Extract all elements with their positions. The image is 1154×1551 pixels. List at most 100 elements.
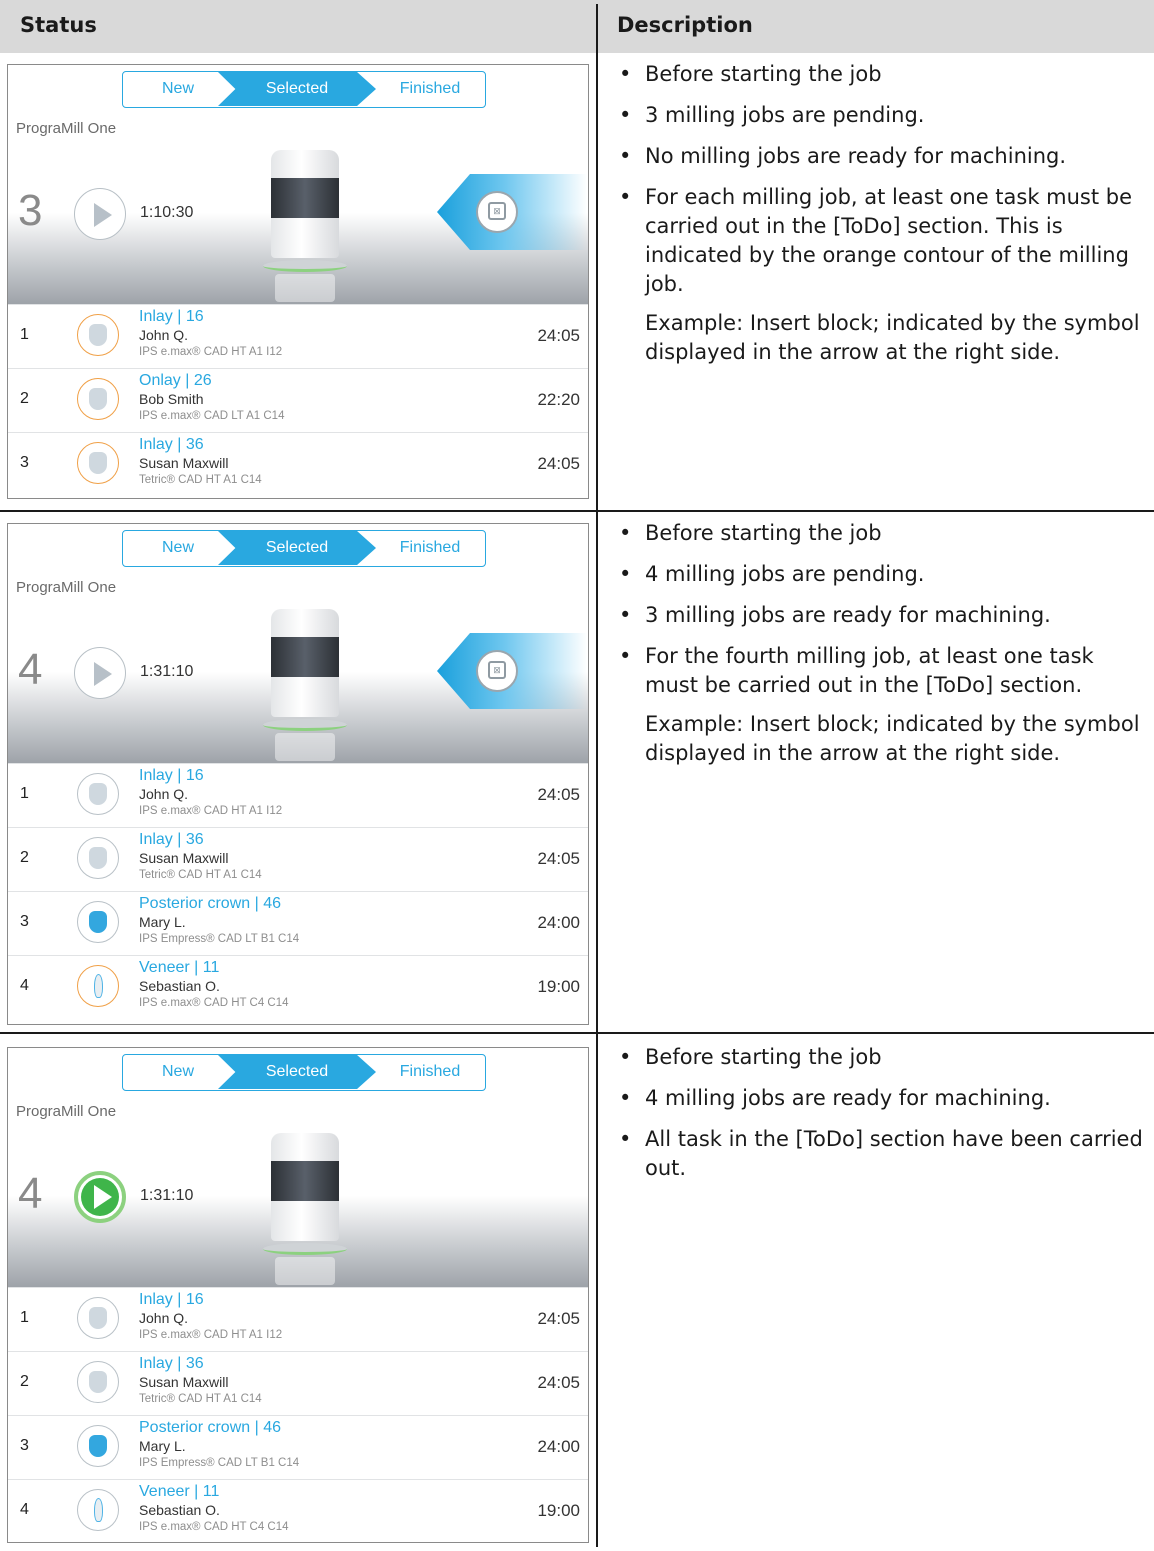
job-duration: 24:05 [537,1309,580,1328]
job-duration: 24:05 [537,326,580,345]
job-title: Inlay | 16 [139,767,204,784]
job-index: 2 [20,390,29,407]
insert-block-icon[interactable]: ⊠ [476,650,518,692]
job-count: 4 [18,1169,43,1218]
job-duration: 24:05 [537,1373,580,1392]
tooth-shape [94,1498,103,1522]
job-index: 2 [20,1373,29,1390]
total-time: 1:31:10 [140,1187,194,1204]
description-bullet: For the fourth milling job, at least one… [617,642,1147,700]
material-name: IPS e.max® CAD HT A1 I12 [139,1329,283,1341]
tooth-shape [89,324,107,346]
row-divider [0,1032,1154,1034]
job-list-item[interactable]: 2 Inlay | 36 Susan Maxwill Tetric® CAD HT A… [8,1351,588,1414]
job-index: 1 [20,326,29,343]
job-index: 3 [20,913,29,930]
milling-machine-image [263,150,347,302]
insert-block-icon[interactable]: ⊠ [476,191,518,233]
tooth-shape [89,847,107,869]
machine-window [271,637,339,677]
description-bullet: 3 milling jobs are ready for machining. [617,601,1147,630]
tab-selected[interactable]: Selected [218,72,376,106]
job-index: 3 [20,1437,29,1454]
machine-reflection [275,274,335,302]
tab-finished[interactable]: Finished [373,531,485,565]
block-glyph-icon: ⊠ [488,661,506,679]
column-divider [596,4,598,1547]
tab-new[interactable]: New [123,1055,233,1089]
job-index: 1 [20,785,29,802]
tooth-shape [89,388,107,410]
patient-name: Mary L. [139,1438,186,1454]
tooth-shape [89,452,107,474]
tab-finished[interactable]: Finished [373,1055,485,1089]
material-name: IPS e.max® CAD HT A1 I12 [139,805,283,817]
play-icon-bg [81,1178,119,1216]
header-description: Description [617,13,753,37]
job-list-item[interactable]: 1 Inlay | 16 John Q. IPS e.max® CAD HT A1 I… [8,304,588,367]
material-name: IPS e.max® CAD LT A1 C14 [139,410,285,422]
patient-name: Sebastian O. [139,1502,220,1518]
job-list-item[interactable]: 3 Posterior crown | 46 Mary L. IPS Empress®… [8,1415,588,1478]
job-list-item[interactable]: 4 Veneer | 11 Sebastian O. IPS e.max® CAD H… [8,955,588,1018]
material-name: Tetric® CAD HT A1 C14 [139,474,262,486]
tooth-shape [89,1371,107,1393]
tooth-icon [77,1425,119,1467]
description-bullet: 3 milling jobs are pending. [617,101,1147,130]
tab-new[interactable]: New [123,531,233,565]
tooth-shape [89,1435,107,1457]
patient-name: Mary L. [139,914,186,930]
start-milling-button[interactable] [74,188,126,240]
machine-window [271,178,339,218]
machine-window [271,1161,339,1201]
tooth-shape [94,974,103,998]
job-count: 4 [18,645,43,694]
job-list-item[interactable]: 3 Inlay | 36 Susan Maxwill Tetric® CAD HT A… [8,432,588,495]
job-duration: 24:05 [537,849,580,868]
patient-name: John Q. [139,1310,189,1326]
machine-base [263,1243,347,1255]
job-list-item[interactable]: 1 Inlay | 16 John Q. IPS e.max® CAD HT A1 I… [8,763,588,826]
tab-selected[interactable]: Selected [218,531,376,565]
job-list-item[interactable]: 3 Posterior crown | 46 Mary L. IPS Empress®… [8,891,588,954]
patient-name: Bob Smith [139,391,204,407]
tooth-icon [77,837,119,879]
material-name: Tetric® CAD HT A1 C14 [139,869,262,881]
job-list-item[interactable]: 2 Inlay | 36 Susan Maxwill Tetric® CAD HT A… [8,827,588,890]
patient-name: John Q. [139,786,189,802]
job-list-item[interactable]: 4 Veneer | 11 Sebastian O. IPS e.max® CAD H… [8,1479,588,1542]
job-title: Inlay | 36 [139,1355,204,1372]
job-duration: 19:00 [537,1501,580,1520]
job-title: Veneer | 11 [139,1483,220,1500]
job-duration: 24:05 [537,785,580,804]
start-milling-button[interactable] [74,1171,126,1223]
machine-base [263,260,347,272]
tooth-icon [77,1297,119,1339]
job-state-tabs: New Selected Finished [122,1054,486,1091]
tab-finished[interactable]: Finished [373,72,485,106]
device-panel: PrograMill One 3 1:10:30 ⊠ [8,114,588,304]
material-name: IPS e.max® CAD HT C4 C14 [139,997,289,1009]
tooth-shape [89,1307,107,1329]
patient-name: Susan Maxwill [139,850,229,866]
job-title: Posterior crown | 46 [139,895,281,912]
tooth-shape [89,911,107,933]
machine-reflection [275,1257,335,1285]
description-bullet: 4 milling jobs are ready for machining. [617,1084,1147,1113]
description-bullet: Before starting the job [617,60,1147,89]
tab-new[interactable]: New [123,72,233,106]
device-name: PrograMill One [16,1103,117,1120]
patient-name: John Q. [139,327,189,343]
tab-selected[interactable]: Selected [218,1055,376,1089]
milling-screen: New Selected Finished PrograMill One 4 1:31:1… [7,1047,589,1543]
material-name: IPS Empress® CAD LT B1 C14 [139,1457,300,1469]
start-milling-button[interactable] [74,647,126,699]
job-title: Inlay | 16 [139,1291,204,1308]
tooth-icon [77,314,119,356]
job-list-item[interactable]: 2 Onlay | 26 Bob Smith IPS e.max® CAD LT A1… [8,368,588,431]
job-title: Inlay | 16 [139,308,204,325]
device-panel: PrograMill One 4 1:31:10 ⊠ [8,573,588,763]
job-list-item[interactable]: 1 Inlay | 16 John Q. IPS e.max® CAD HT A1 I… [8,1287,588,1350]
tooth-shape [89,783,107,805]
job-title: Veneer | 11 [139,959,220,976]
